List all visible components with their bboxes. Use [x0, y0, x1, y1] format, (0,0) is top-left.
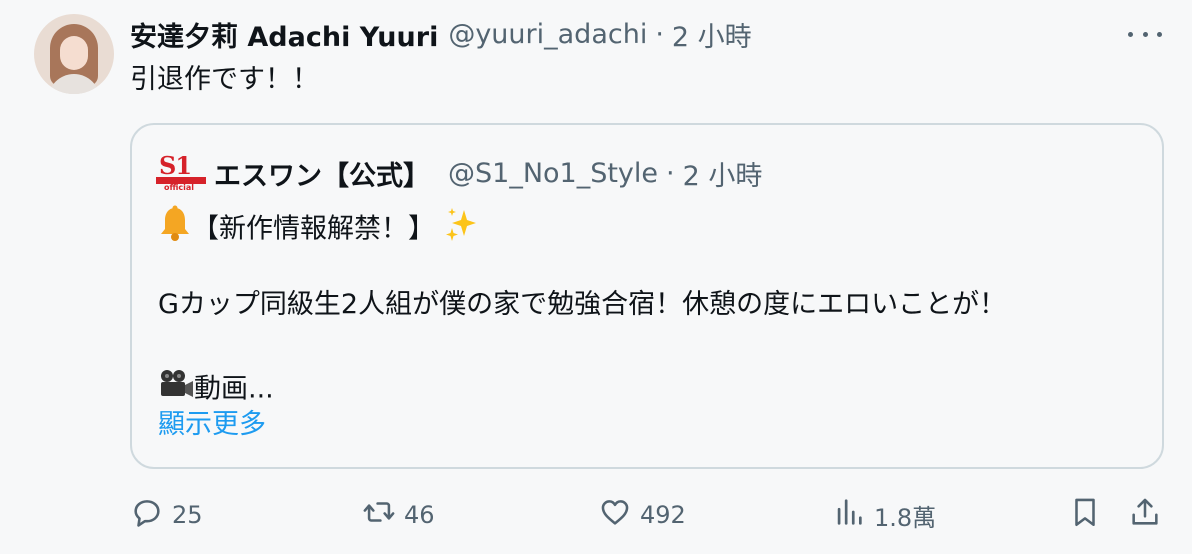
- share-button[interactable]: [1128, 492, 1162, 538]
- bell-emoji: [158, 205, 192, 255]
- show-more-link[interactable]: 顯示更多: [158, 405, 266, 445]
- header-separator: ·: [655, 18, 664, 50]
- author-display-name[interactable]: 安達夕莉 Adachi Yuuri: [130, 15, 438, 54]
- quote-avatar-logo[interactable]: S1 official: [156, 153, 206, 195]
- quote-display-name[interactable]: エスワン【公式】: [214, 154, 430, 193]
- quote-handle[interactable]: @S1_No1_Style: [448, 158, 658, 189]
- views-count: 1.8萬: [874, 503, 937, 532]
- reply-icon: [130, 495, 164, 535]
- author-handle[interactable]: @yuuri_adachi: [448, 19, 647, 50]
- logo-mark: S1: [159, 151, 192, 180]
- more-dot: [1142, 31, 1148, 37]
- tweet-timestamp[interactable]: 2 小時: [672, 15, 752, 54]
- logo-sub: official: [164, 183, 195, 192]
- quoted-tweet[interactable]: S1 official エスワン【公式】 @S1_No1_Style · 2 小…: [130, 123, 1164, 469]
- avatar-face: [60, 36, 88, 70]
- quote-separator: ·: [666, 157, 675, 189]
- retweet-button[interactable]: 46: [362, 492, 435, 538]
- avatar[interactable]: [34, 14, 114, 94]
- quote-line-title: Gカップ同級生2人組が僕の家で勉強合宿！休憩の度にエロいことが！: [158, 289, 1007, 320]
- quote-timestamp[interactable]: 2 小時: [683, 154, 763, 193]
- quote-line-announcement: 【新作情報解禁！】: [158, 205, 478, 255]
- like-button[interactable]: 492: [598, 492, 686, 538]
- views-icon: [832, 495, 866, 535]
- more-dot: [1128, 31, 1133, 37]
- action-bar: 25 46 492 1.8萬: [0, 492, 1192, 538]
- quote-header: エスワン【公式】 @S1_No1_Style · 2 小時: [214, 153, 762, 193]
- reply-count: 25: [172, 501, 203, 529]
- retweet-count: 46: [404, 501, 435, 529]
- more-dot: [1157, 31, 1162, 37]
- views-button[interactable]: 1.8萬: [832, 492, 936, 538]
- reply-button[interactable]: 25: [130, 492, 203, 538]
- like-icon: [598, 495, 632, 535]
- quote-line1-text: 【新作情報解禁！】: [192, 213, 435, 245]
- bookmark-icon: [1068, 495, 1102, 535]
- like-count: 492: [640, 501, 686, 529]
- tweet-text: 引退作です！！: [130, 64, 319, 95]
- tweet: 安達夕莉 Adachi Yuuri @yuuri_adachi · 2 小時 引…: [0, 0, 1192, 554]
- tweet-header: 安達夕莉 Adachi Yuuri @yuuri_adachi · 2 小時: [130, 14, 752, 54]
- share-icon: [1128, 495, 1162, 535]
- sparkles-emoji: [444, 206, 478, 254]
- retweet-icon: [362, 495, 396, 535]
- more-icon[interactable]: [1128, 20, 1162, 48]
- bookmark-button[interactable]: [1068, 492, 1102, 538]
- quote-line3-text: 動画...: [194, 373, 274, 405]
